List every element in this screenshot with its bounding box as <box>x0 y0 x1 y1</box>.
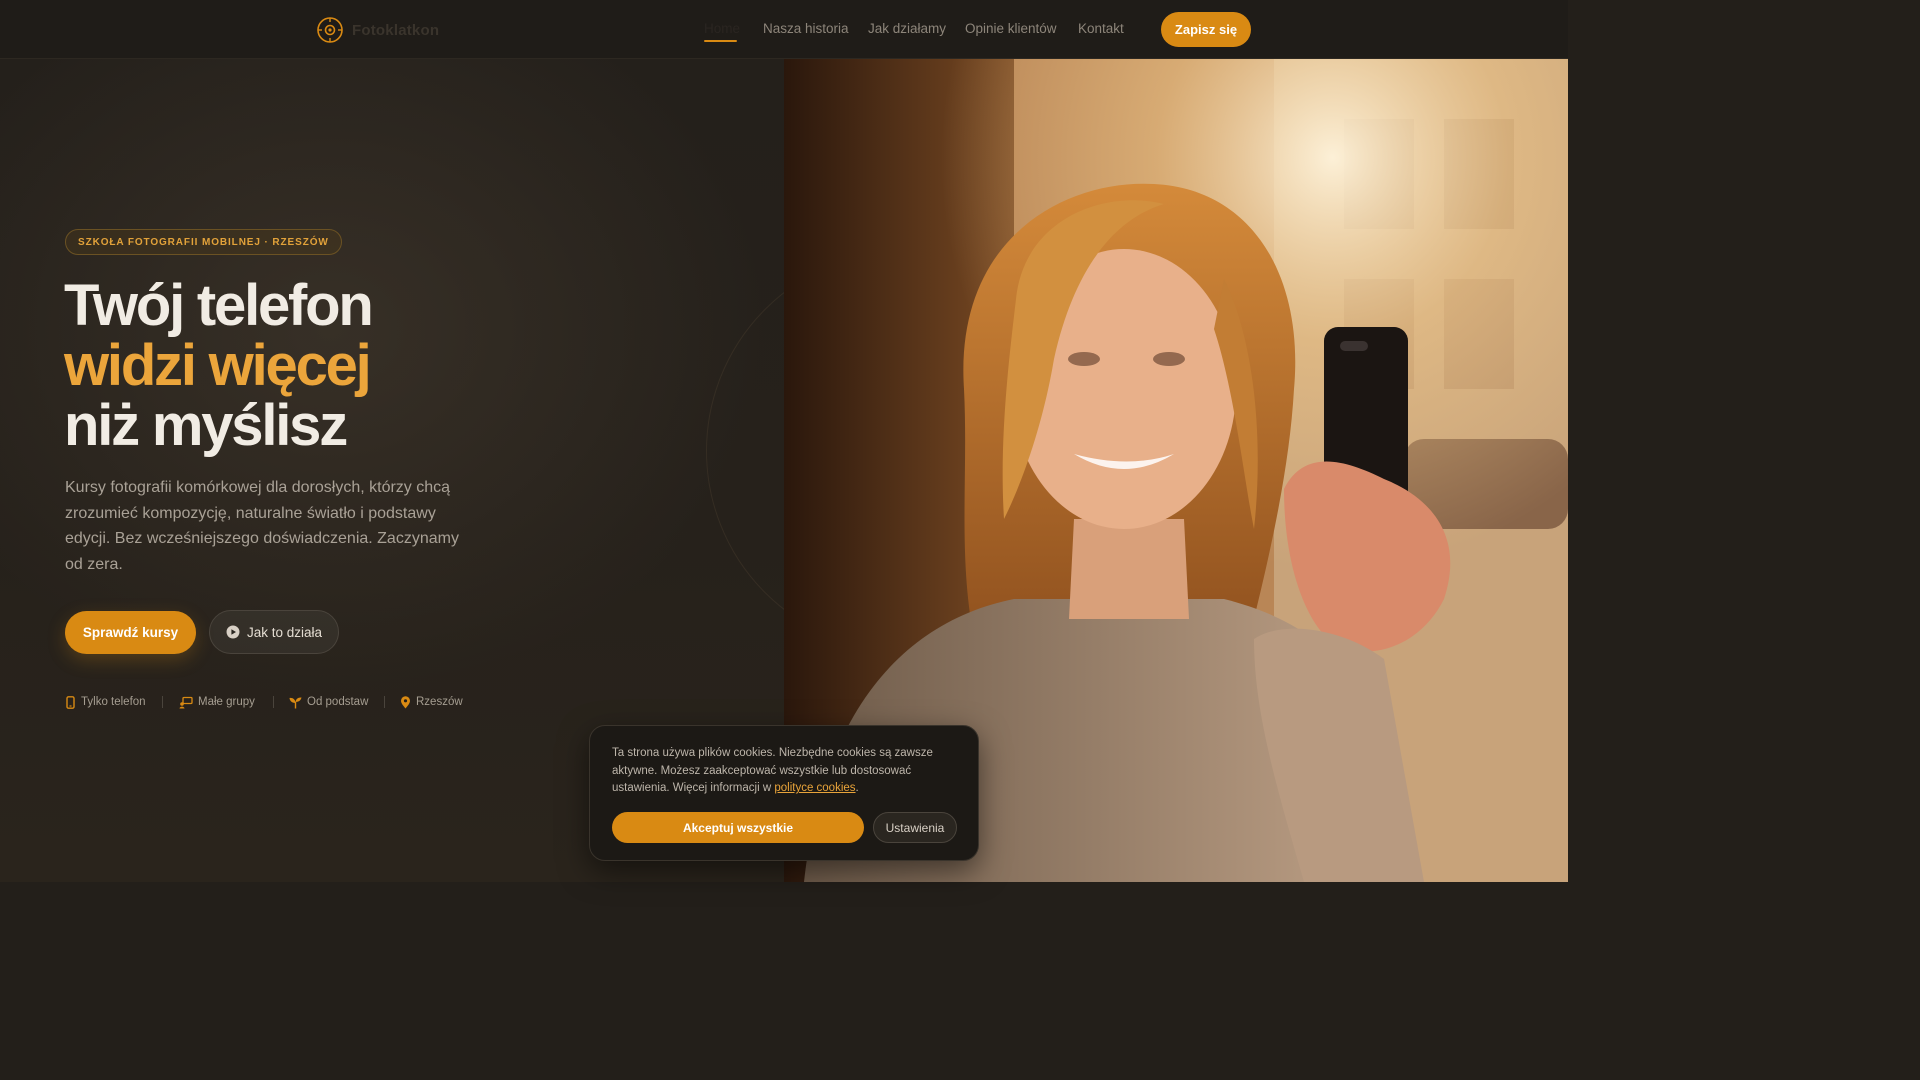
group-icon <box>179 696 193 708</box>
signup-button[interactable]: Zapisz się <box>1161 12 1251 47</box>
sprout-icon <box>289 696 302 708</box>
accept-all-cookies-button[interactable]: Akceptuj wszystkie <box>612 812 864 843</box>
map-pin-icon <box>401 695 410 708</box>
check-courses-button[interactable]: Sprawdź kursy <box>65 611 196 654</box>
cookie-banner: Ta strona używa plików cookies. Niezbędn… <box>589 725 979 861</box>
brand-name: Fotoklatkon <box>352 21 440 39</box>
feature-divider <box>273 696 274 708</box>
hero-title-line-3: niż myślisz <box>64 393 348 458</box>
cookie-text: Ta strona używa plików cookies. Niezbędn… <box>612 747 933 794</box>
feature-small-groups: Małe grupy <box>179 694 255 710</box>
hero-title-line-2: widzi więcej <box>64 333 372 398</box>
phone-icon <box>66 695 75 709</box>
feature-label: Rzeszów <box>416 696 463 708</box>
school-badge: SZKOŁA FOTOGRAFII MOBILNEJ · RZESZÓW <box>65 229 342 255</box>
aperture-logo-icon <box>317 17 343 43</box>
how-it-works-label: Jak to działa <box>246 624 323 640</box>
nav-link-home[interactable]: Home <box>704 21 740 36</box>
nav-link-history[interactable]: Nasza historia <box>763 21 849 36</box>
feature-label: Tylko telefon <box>81 696 146 708</box>
nav-link-contact[interactable]: Kontakt <box>1078 21 1124 36</box>
hero-title: Twój telefon widzi więcej niż myślisz <box>64 273 374 458</box>
how-it-works-button[interactable]: Jak to działa <box>209 610 339 654</box>
cookie-policy-link[interactable]: polityce cookies <box>774 782 855 794</box>
nav-link-how-we-work[interactable]: Jak działamy <box>868 21 946 36</box>
feature-divider <box>162 696 163 708</box>
feature-divider <box>384 696 385 708</box>
cookie-settings-button[interactable]: Ustawienia <box>873 812 957 843</box>
feature-phone-only: Tylko telefon <box>65 694 146 710</box>
feature-from-basics: Od podstaw <box>289 694 368 710</box>
play-icon <box>226 625 240 639</box>
cookie-message: Ta strona używa plików cookies. Niezbędn… <box>612 745 942 798</box>
top-navigation: Fotoklatkon Home Nasza historia Jak dzia… <box>0 0 1568 59</box>
feature-location: Rzeszów <box>400 694 463 710</box>
nav-link-testimonials[interactable]: Opinie klientów <box>965 21 1057 36</box>
feature-label: Od podstaw <box>307 696 369 708</box>
hero-description: Kursy fotografii komórkowej dla dorosłyc… <box>65 479 459 573</box>
feature-label: Małe grupy <box>198 696 255 708</box>
cookie-text-end: . <box>855 782 859 794</box>
active-nav-indicator <box>704 40 737 42</box>
hero-title-line-1: Twój telefon <box>64 273 374 338</box>
brand-logo[interactable]: Fotoklatkon <box>316 16 439 44</box>
